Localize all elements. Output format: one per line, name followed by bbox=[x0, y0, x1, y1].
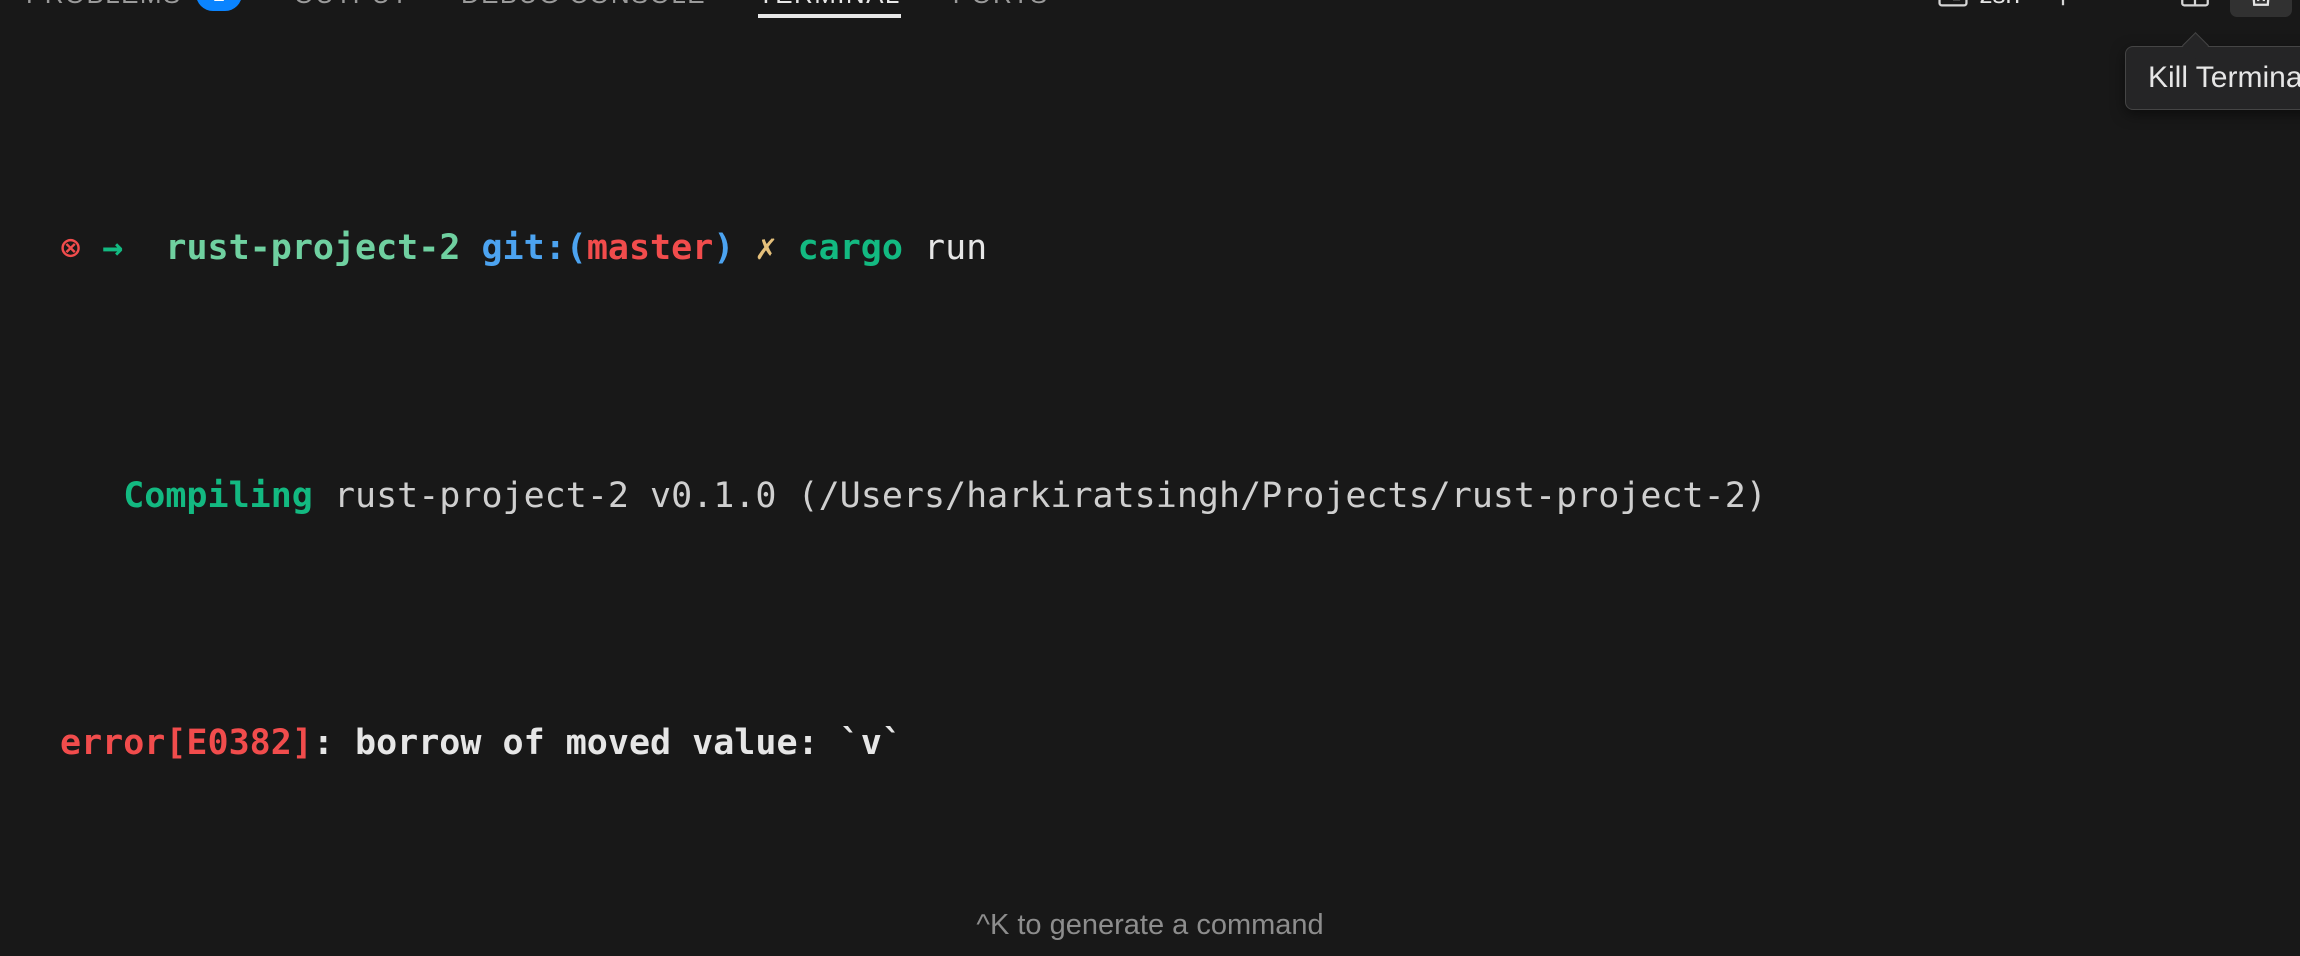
prompt-directory: rust-project-2 bbox=[165, 228, 461, 268]
new-terminal-dropdown-button[interactable] bbox=[2098, 0, 2160, 17]
compiling-line: Compiling rust-project-2 v0.1.0 (/Users/… bbox=[0, 472, 2300, 522]
error-code: error[E0382] bbox=[60, 723, 313, 763]
panel-toolbar: zsh bbox=[1928, 0, 2292, 18]
tab-problems[interactable]: PROBLEMS 1 bbox=[0, 0, 268, 18]
git-suffix: ) bbox=[713, 228, 735, 268]
split-terminal-button[interactable] bbox=[2164, 0, 2226, 17]
problems-count-badge: 1 bbox=[195, 0, 242, 11]
tab-problems-label: PROBLEMS bbox=[26, 0, 182, 10]
active-terminal-selector[interactable]: zsh bbox=[1928, 0, 2028, 17]
generate-command-hint: ^K to generate a command bbox=[976, 908, 1324, 941]
error-circle-icon: ⊗ bbox=[60, 228, 82, 268]
chevron-down-icon bbox=[2115, 0, 2143, 8]
terminal-output[interactable]: ⊗ → rust-project-2 git:(master) ✗ cargo … bbox=[0, 26, 2300, 896]
tab-debug-console-label: DEBUG CONSOLE bbox=[461, 0, 706, 10]
git-prefix: git:( bbox=[481, 228, 587, 268]
tab-ports[interactable]: PORTS bbox=[927, 0, 1075, 18]
trash-icon bbox=[2244, 0, 2278, 11]
new-terminal-button[interactable] bbox=[2032, 0, 2094, 17]
tab-output-label: OUTPUT bbox=[294, 0, 409, 10]
kill-terminal-tooltip: Kill Terminal bbox=[2125, 46, 2300, 110]
terminal-prompt-line: ⊗ → rust-project-2 git:(master) ✗ cargo … bbox=[0, 224, 2300, 274]
tab-output[interactable]: OUTPUT bbox=[268, 0, 435, 18]
command-args: run bbox=[924, 228, 988, 268]
arrow-right-icon: → bbox=[102, 228, 124, 268]
git-dirty-marker: ✗ bbox=[755, 228, 777, 268]
shell-name-label: zsh bbox=[1980, 0, 2020, 10]
compiling-label: Compiling bbox=[123, 475, 313, 516]
error-header-line: error[E0382]: borrow of moved value: `v` bbox=[0, 719, 2300, 769]
terminal-footer-hint: ^K to generate a command bbox=[0, 894, 2300, 956]
tab-terminal-label: TERMINAL bbox=[758, 0, 901, 10]
tab-ports-label: PORTS bbox=[953, 0, 1049, 10]
tab-debug-console[interactable]: DEBUG CONSOLE bbox=[435, 0, 732, 18]
kill-terminal-button[interactable] bbox=[2230, 0, 2292, 17]
compiling-text: rust-project-2 v0.1.0 (/Users/harkiratsi… bbox=[333, 475, 1767, 516]
error-message: : borrow of moved value: `v` bbox=[312, 723, 903, 763]
command-name: cargo bbox=[797, 228, 903, 268]
split-editor-icon bbox=[2178, 0, 2212, 11]
plus-icon bbox=[2045, 0, 2081, 12]
terminal-icon bbox=[1936, 0, 1970, 11]
tab-terminal[interactable]: TERMINAL bbox=[732, 0, 927, 18]
tooltip-label: Kill Terminal bbox=[2148, 61, 2300, 94]
terminal-panel: PROBLEMS 1 OUTPUT DEBUG CONSOLE TERMINAL… bbox=[0, 0, 2300, 956]
git-branch: master bbox=[586, 228, 714, 268]
